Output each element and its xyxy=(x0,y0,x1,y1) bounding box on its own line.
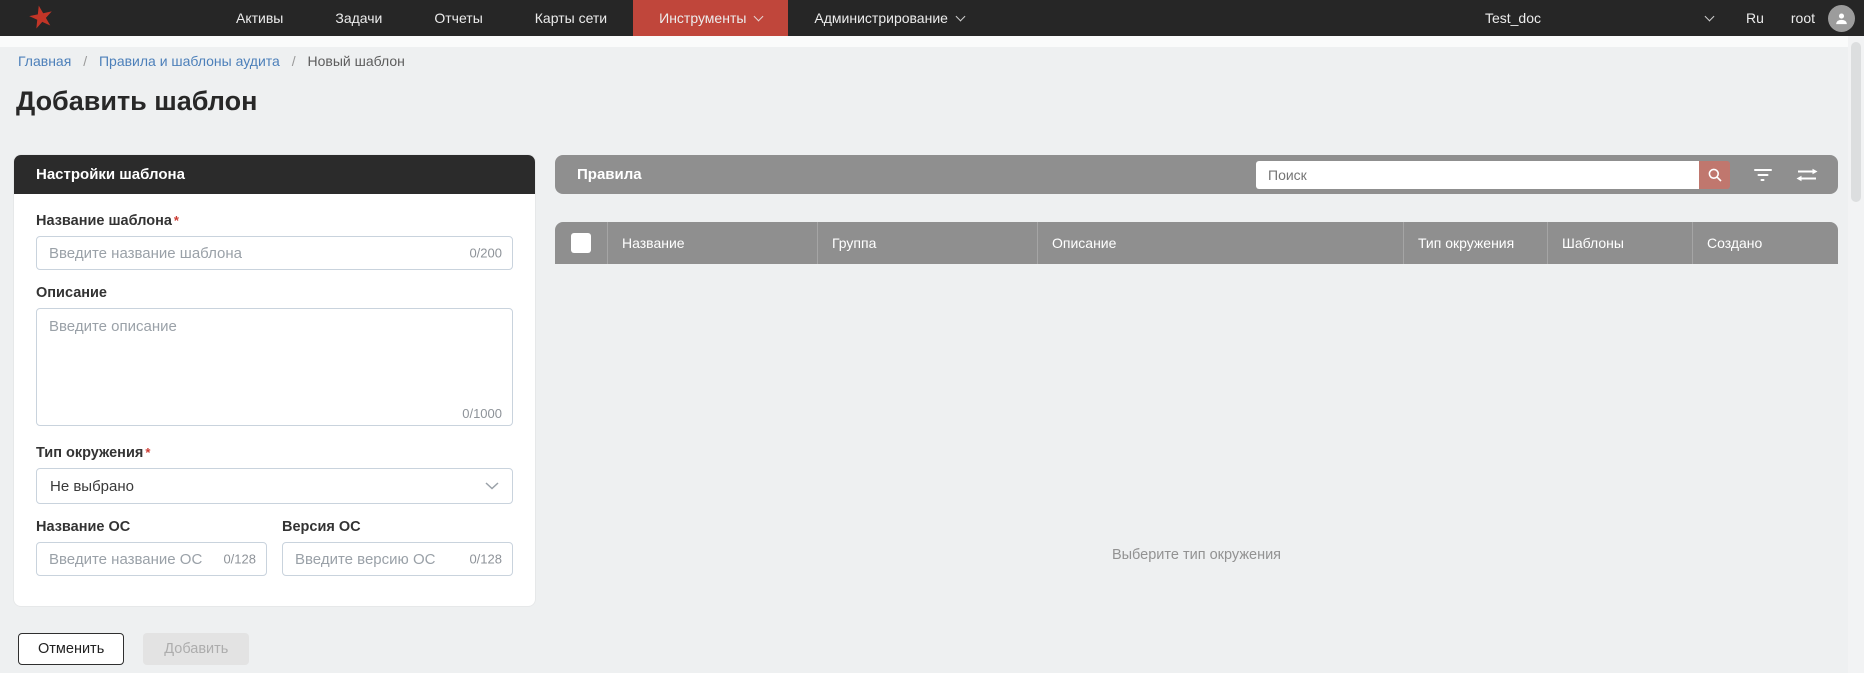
env-type-label: Тип окружения* xyxy=(36,445,513,461)
columns-settings-icon xyxy=(1796,167,1818,183)
label-text: Тип окружения xyxy=(36,445,143,461)
char-counter: 0/128 xyxy=(223,552,256,567)
filter-icon xyxy=(1754,168,1772,182)
env-type-group: Тип окружения* Не выбрано xyxy=(36,445,513,504)
table-header-checkbox-cell xyxy=(555,222,607,264)
language-switcher[interactable]: Ru xyxy=(1746,10,1764,26)
column-header-name[interactable]: Название xyxy=(607,222,817,264)
os-name-group: Название ОС 0/128 xyxy=(36,519,267,576)
nav-item-tools[interactable]: Инструменты xyxy=(633,0,788,36)
nav-item-label: Отчеты xyxy=(434,10,482,26)
description-label: Описание xyxy=(36,285,513,301)
search-button[interactable] xyxy=(1699,161,1730,189)
select-all-checkbox[interactable] xyxy=(571,233,591,253)
os-row: Название ОС 0/128 Версия ОС 0/128 xyxy=(36,519,513,576)
user-icon xyxy=(1833,10,1850,27)
nav-item-label: Карты сети xyxy=(535,10,607,26)
chevron-down-icon xyxy=(485,482,499,490)
nav-item-administration[interactable]: Администрирование xyxy=(788,0,990,36)
required-asterisk: * xyxy=(145,445,150,460)
page-title: Добавить шаблон xyxy=(16,86,257,117)
breadcrumb-separator: / xyxy=(292,53,296,69)
template-name-group: Название шаблона* 0/200 xyxy=(36,213,513,270)
os-name-label: Название ОС xyxy=(36,519,267,535)
chevron-down-icon xyxy=(754,11,764,21)
avatar[interactable] xyxy=(1828,5,1855,32)
template-name-input[interactable] xyxy=(36,236,513,270)
column-header-templates[interactable]: Шаблоны xyxy=(1547,222,1692,264)
breadcrumb-separator: / xyxy=(83,53,87,69)
label-text: Версия ОС xyxy=(282,519,361,535)
os-version-label: Версия ОС xyxy=(282,519,513,535)
char-counter: 0/128 xyxy=(469,552,502,567)
search-input[interactable] xyxy=(1256,161,1699,189)
nav-item-label: Активы xyxy=(236,10,283,26)
star-logo-icon: ★ xyxy=(25,1,58,36)
settings-panel: Настройки шаблона Название шаблона* 0/20… xyxy=(14,155,535,606)
empty-state-text: Выберите тип окружения xyxy=(555,547,1838,563)
settings-panel-header: Настройки шаблона xyxy=(14,155,535,194)
columns-settings-button[interactable] xyxy=(1796,167,1818,183)
char-counter: 0/1000 xyxy=(462,406,502,421)
rules-panel-title: Правила xyxy=(577,166,642,183)
chevron-down-icon xyxy=(955,11,965,21)
search-icon xyxy=(1707,167,1723,183)
select-value: Не выбрано xyxy=(50,478,134,495)
column-header-group[interactable]: Группа xyxy=(817,222,1037,264)
nav-item-assets[interactable]: Активы xyxy=(210,0,309,36)
os-version-group: Версия ОС 0/128 xyxy=(282,519,513,576)
nav-right: Test_doc Ru root xyxy=(1485,0,1864,36)
nav-item-reports[interactable]: Отчеты xyxy=(408,0,508,36)
column-header-description[interactable]: Описание xyxy=(1037,222,1403,264)
form-actions: Отменить Добавить xyxy=(18,633,249,665)
nav-item-tasks[interactable]: Задачи xyxy=(309,0,408,36)
breadcrumb-audit-rules-link[interactable]: Правила и шаблоны аудита xyxy=(99,53,280,69)
char-counter: 0/200 xyxy=(469,246,502,261)
template-name-label: Название шаблона* xyxy=(36,213,513,229)
breadcrumb-home-link[interactable]: Главная xyxy=(18,53,71,69)
rules-table-header: Название Группа Описание Тип окружения Ш… xyxy=(555,222,1838,264)
nav-item-label: Администрирование xyxy=(814,10,948,26)
scrollbar-thumb[interactable] xyxy=(1851,42,1861,202)
search-group xyxy=(1256,161,1730,189)
cancel-button[interactable]: Отменить xyxy=(18,633,124,665)
label-text: Название ОС xyxy=(36,519,130,535)
column-header-created[interactable]: Создано xyxy=(1692,222,1838,264)
settings-panel-body: Название шаблона* 0/200 Описание 0/1000 … xyxy=(14,194,535,576)
chevron-down-icon xyxy=(1705,11,1715,21)
description-group: Описание 0/1000 xyxy=(36,285,513,431)
filter-button[interactable] xyxy=(1754,168,1772,182)
main-menu: Активы Задачи Отчеты Карты сети Инструме… xyxy=(210,0,990,36)
vertical-scrollbar[interactable] xyxy=(1848,36,1864,673)
required-asterisk: * xyxy=(174,213,179,228)
header-strip xyxy=(0,36,1864,47)
env-type-select[interactable]: Не выбрано xyxy=(36,468,513,504)
nav-item-label: Инструменты xyxy=(659,10,746,26)
nav-item-network-maps[interactable]: Карты сети xyxy=(509,0,633,36)
rules-toolbar: Правила xyxy=(555,155,1838,194)
user-name[interactable]: root xyxy=(1791,10,1815,26)
project-selector[interactable]: Test_doc xyxy=(1485,10,1713,26)
top-nav: ★ Активы Задачи Отчеты Карты сети Инстру… xyxy=(0,0,1864,36)
description-textarea[interactable] xyxy=(36,308,513,426)
label-text: Название шаблона xyxy=(36,213,172,229)
label-text: Описание xyxy=(36,285,107,301)
nav-item-label: Задачи xyxy=(335,10,382,26)
app-logo[interactable]: ★ xyxy=(0,0,82,36)
column-header-env-type[interactable]: Тип окружения xyxy=(1403,222,1547,264)
breadcrumb-current: Новый шаблон xyxy=(308,53,405,69)
rules-panel: Правила Название xyxy=(555,155,1838,264)
project-name: Test_doc xyxy=(1485,10,1541,26)
add-button[interactable]: Добавить xyxy=(143,633,249,665)
breadcrumb: Главная / Правила и шаблоны аудита / Нов… xyxy=(18,53,405,69)
